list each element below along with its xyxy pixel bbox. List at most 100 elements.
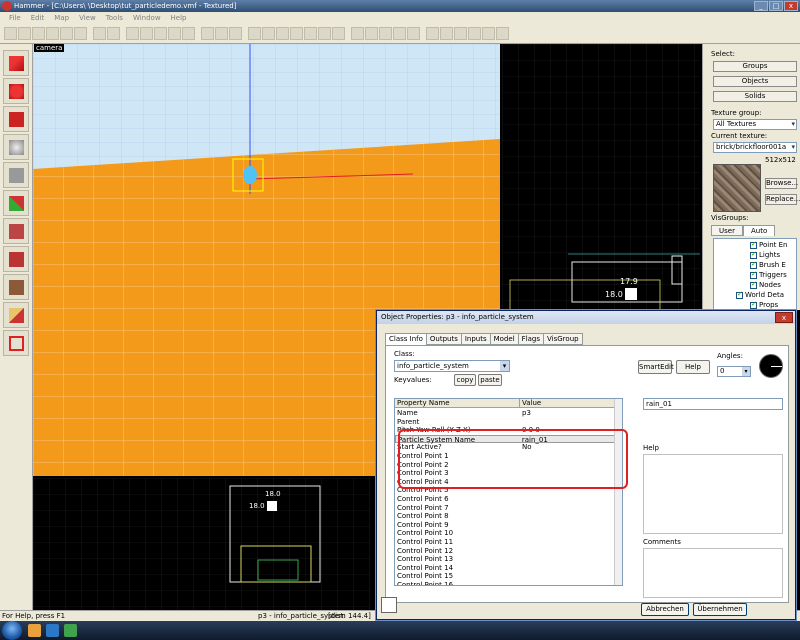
column-value[interactable]: Value	[520, 399, 616, 407]
table-row[interactable]: Control Point 6	[395, 495, 616, 503]
tab-model[interactable]: Model	[489, 333, 519, 345]
carve-icon[interactable]	[351, 27, 364, 40]
texture-preview[interactable]	[713, 164, 761, 212]
visgroup-item[interactable]: Lights	[750, 250, 780, 259]
browse-button[interactable]: Browse...	[765, 178, 798, 189]
lightmap-icon[interactable]	[168, 27, 181, 40]
check-problems-icon[interactable]	[440, 27, 453, 40]
hide-selected-icon[interactable]	[318, 27, 331, 40]
minimize-button[interactable]: _	[754, 1, 768, 11]
top-2d-viewport[interactable]: 17.9 18.0	[502, 44, 700, 310]
visgroup-item[interactable]: Triggers	[750, 270, 787, 279]
grid-icon[interactable]	[4, 27, 17, 40]
table-row[interactable]: Control Point 16	[395, 581, 616, 585]
comments-textarea[interactable]	[643, 548, 783, 598]
browser-icon[interactable]	[46, 624, 59, 637]
group-icon[interactable]	[365, 27, 378, 40]
visgroup-item[interactable]: Brush E	[750, 260, 786, 269]
no-draw-icon[interactable]	[496, 27, 509, 40]
entity-tool[interactable]	[3, 134, 29, 160]
value-input[interactable]: rain_01	[643, 398, 783, 410]
toggle-texlock-icon[interactable]	[276, 27, 289, 40]
grid-3d-icon[interactable]	[46, 27, 59, 40]
table-row[interactable]: Control Point 14	[395, 564, 616, 572]
checkbox-icon[interactable]	[750, 270, 757, 279]
table-row[interactable]: Control Point 10	[395, 529, 616, 537]
checkbox-icon[interactable]	[750, 260, 757, 269]
tie-to-entity-icon[interactable]	[393, 27, 406, 40]
move-to-world-icon[interactable]	[407, 27, 420, 40]
cut-icon[interactable]	[201, 27, 214, 40]
angles-select[interactable]: 0	[717, 366, 751, 377]
groups-button[interactable]: Groups	[713, 61, 797, 72]
solids-button[interactable]: Solids	[713, 91, 797, 102]
ignore-groups-icon[interactable]	[304, 27, 317, 40]
block-tool[interactable]	[3, 162, 29, 188]
checkbox-icon[interactable]	[750, 300, 757, 309]
menu-window[interactable]: Window	[128, 14, 166, 22]
texture-group-select[interactable]: All Textures	[713, 119, 797, 130]
start-button[interactable]	[2, 621, 22, 640]
table-row[interactable]: Control Point 15	[395, 572, 616, 580]
smartedit-toggle[interactable]: SmartEdit	[638, 360, 674, 374]
tab-user[interactable]: User	[711, 225, 743, 236]
paste-button[interactable]: paste	[478, 374, 502, 386]
visgroup-item[interactable]: Props	[750, 300, 778, 309]
load-window-state-icon[interactable]	[74, 27, 87, 40]
angle-dial-icon[interactable]	[759, 354, 783, 378]
menu-map[interactable]: Map	[49, 14, 74, 22]
textured-icon[interactable]	[154, 27, 167, 40]
undo-icon[interactable]	[93, 27, 106, 40]
polygon-icon[interactable]	[140, 27, 153, 40]
wireframe-icon[interactable]	[126, 27, 139, 40]
dialog-close-button[interactable]: x	[775, 312, 793, 323]
tab-outputs[interactable]: Outputs	[425, 333, 462, 345]
decal-tool[interactable]	[3, 246, 29, 272]
checkbox-icon[interactable]	[750, 280, 757, 289]
table-row[interactable]: Control Point 8	[395, 512, 616, 520]
objects-button[interactable]: Objects	[713, 76, 797, 87]
grid-larger-icon[interactable]	[32, 27, 45, 40]
tab-visgroup[interactable]: VisGroup	[543, 333, 583, 345]
table-row[interactable]: Name p3	[395, 409, 616, 417]
texture-application-tool[interactable]	[3, 190, 29, 216]
overlay-tool[interactable]	[3, 274, 29, 300]
table-row[interactable]: Parent	[395, 418, 616, 426]
cm-icon[interactable]	[468, 27, 481, 40]
cordon-icon[interactable]	[454, 27, 467, 40]
show-all-icon[interactable]	[332, 27, 345, 40]
front-2d-viewport[interactable]: 18.0 18.0	[33, 478, 371, 610]
media-icon[interactable]	[64, 624, 77, 637]
snap-icon[interactable]	[60, 27, 73, 40]
redo-icon[interactable]	[107, 27, 120, 40]
apply-texture-tool[interactable]	[3, 218, 29, 244]
copy-button[interactable]: copy	[454, 374, 476, 386]
paste-icon[interactable]	[229, 27, 242, 40]
picker-tool-icon[interactable]	[381, 597, 397, 613]
grid-smaller-icon[interactable]	[18, 27, 31, 40]
table-row[interactable]: Control Point 9	[395, 521, 616, 529]
replace-button[interactable]: Replace...	[765, 194, 800, 205]
table-row[interactable]: Control Point 11	[395, 538, 616, 546]
toggle-models-icon[interactable]	[262, 27, 275, 40]
visgroup-item[interactable]: Nodes	[750, 280, 781, 289]
current-texture-select[interactable]: brick/brickfloor001a	[713, 142, 797, 153]
help-button[interactable]: Help	[676, 360, 710, 374]
checkbox-icon[interactable]	[750, 240, 757, 249]
tab-inputs[interactable]: Inputs	[460, 333, 491, 345]
table-row[interactable]: Control Point 13	[395, 555, 616, 563]
selection-tool[interactable]	[3, 50, 29, 76]
toggle-helpers-icon[interactable]	[248, 27, 261, 40]
ungroup-icon[interactable]	[379, 27, 392, 40]
select-icon[interactable]	[290, 27, 303, 40]
copy-icon[interactable]	[215, 27, 228, 40]
tab-auto[interactable]: Auto	[742, 225, 776, 236]
run-map-icon[interactable]	[426, 27, 439, 40]
menu-view[interactable]: View	[74, 14, 101, 22]
checkbox-icon[interactable]	[750, 250, 757, 259]
checkbox-icon[interactable]	[736, 290, 743, 299]
menu-tools[interactable]: Tools	[101, 14, 128, 22]
cancel-button[interactable]: Abbrechen	[641, 603, 689, 616]
lighting-preview-icon[interactable]	[182, 27, 195, 40]
tab-flags[interactable]: Flags	[517, 333, 545, 345]
